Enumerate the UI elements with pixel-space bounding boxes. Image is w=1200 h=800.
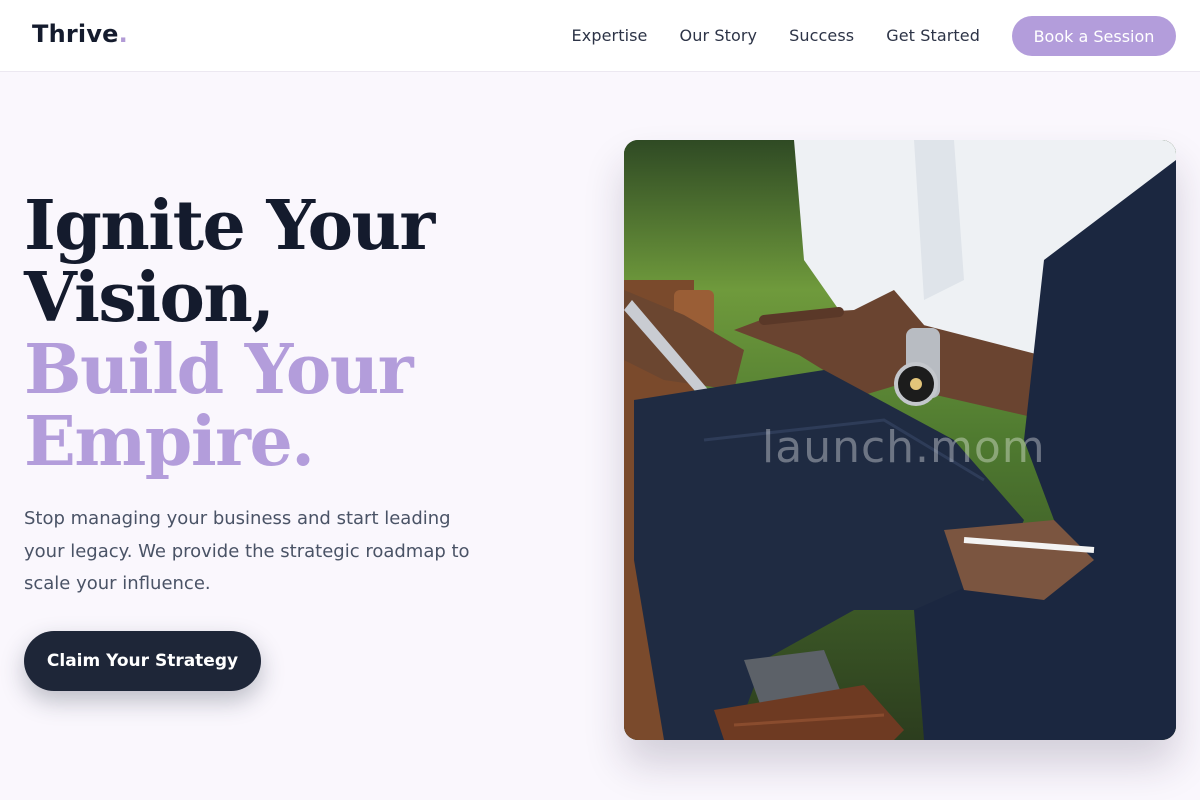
site-header: Thrive. Expertise Our Story Success Get …: [0, 0, 1200, 72]
nav-link-success[interactable]: Success: [789, 26, 854, 45]
brand-name: Thrive: [32, 20, 119, 48]
brand-dot: .: [118, 20, 128, 48]
claim-strategy-button[interactable]: Claim Your Strategy: [24, 631, 261, 691]
headline-line-3: Build Your: [24, 330, 414, 410]
nav-link-expertise[interactable]: Expertise: [572, 26, 648, 45]
hero-subcopy: Stop managing your business and start le…: [24, 508, 470, 594]
headline-line-1: Ignite Your: [24, 186, 435, 266]
hero-photo: launch.mom: [624, 140, 1176, 740]
nav-link-our-story[interactable]: Our Story: [680, 26, 758, 45]
nav-link-get-started[interactable]: Get Started: [886, 26, 980, 45]
headline-line-2: Vision,: [24, 258, 275, 338]
hero-headline: Ignite Your Vision, Build Your Empire.: [24, 186, 435, 482]
headline-line-4: Empire.: [24, 402, 315, 482]
photo-watermark: launch.mom: [762, 422, 1046, 473]
book-session-button[interactable]: Book a Session: [1012, 16, 1176, 56]
main-nav: Expertise Our Story Success Get Started: [572, 26, 980, 45]
brand-logo[interactable]: Thrive.: [32, 20, 128, 48]
